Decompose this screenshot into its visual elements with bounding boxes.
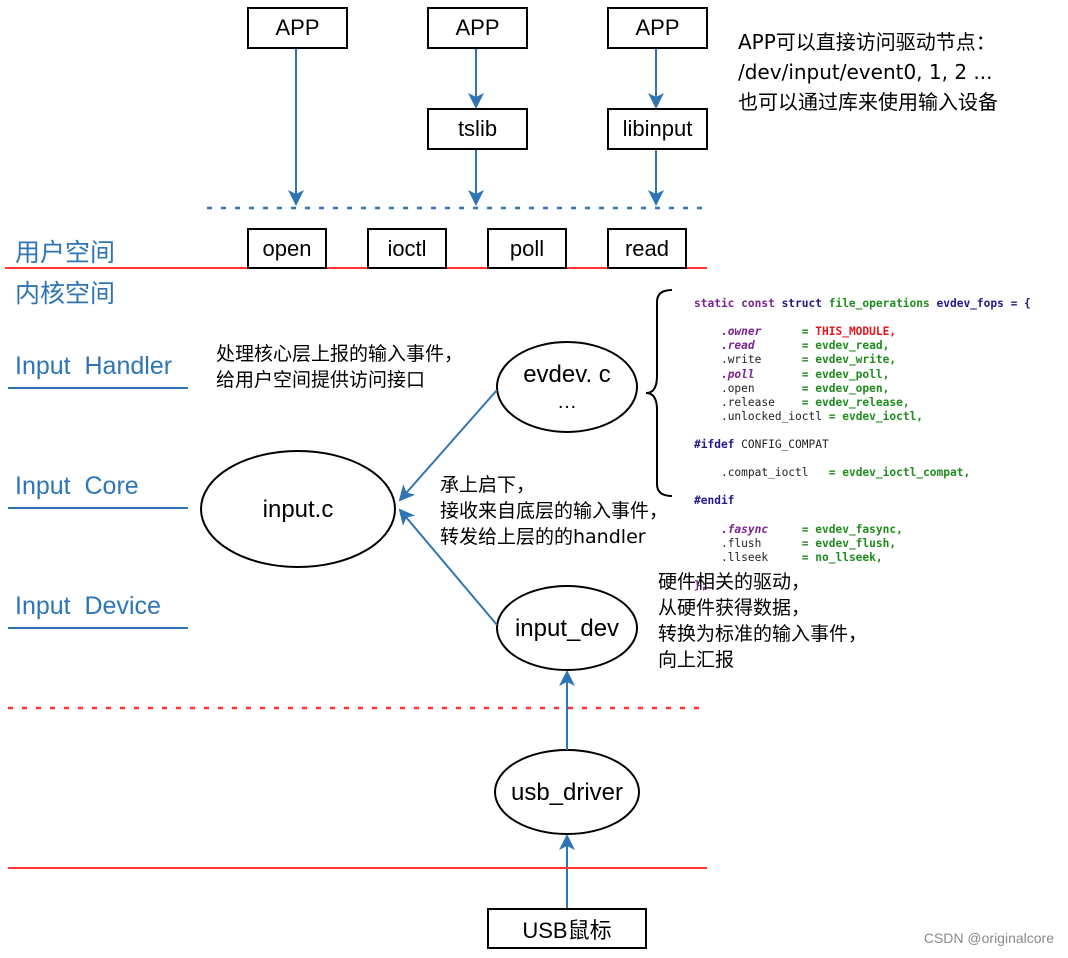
note-line: APP可以直接访问驱动节点：	[738, 30, 996, 54]
note-line: 也可以通过库来使用输入设备	[738, 90, 998, 114]
syscall-label: open	[262, 235, 312, 261]
code-value: evdev_write,	[815, 353, 897, 367]
code-value: evdev_fasync,	[815, 522, 903, 536]
code-token: static const	[694, 297, 782, 311]
usb-mouse-label: USB鼠标	[522, 917, 612, 943]
code-line-ifdef: #ifdef CONFIG_COMPAT	[694, 438, 1031, 452]
code-field: .flush	[720, 536, 762, 550]
code-value: evdev_release,	[815, 395, 910, 409]
code-field: .open	[720, 381, 755, 395]
code-value: no_llseek,	[815, 550, 883, 564]
core-note: 承上启下， 接收来自底层的输入事件， 转发给上层的的handler	[440, 472, 668, 550]
usb-driver-label: usb_driver	[510, 779, 624, 806]
code-line-field: .open = evdev_open,	[720, 381, 890, 395]
tslib-label: tslib	[457, 116, 498, 141]
note-line: 转发给上层的的handler	[440, 526, 646, 548]
code-token: file_operations	[821, 297, 937, 311]
app-box-1: APP	[247, 7, 348, 49]
app-label: APP	[275, 15, 320, 40]
app-label: APP	[455, 15, 500, 40]
note-line: 给用户空间提供访问接口	[216, 369, 426, 391]
app-access-note: APP可以直接访问驱动节点： /dev/input/event0, 1, 2 .…	[738, 27, 998, 117]
code-line-compat: .compat_ioctl = evdev_ioctl_compat,	[720, 466, 971, 480]
code-token: };	[694, 578, 708, 592]
code-line-field: .poll = evdev_poll,	[720, 367, 890, 381]
kernel-space-label: 内核空间	[15, 280, 116, 308]
code-line-field: .flush = evdev_flush,	[720, 536, 897, 550]
code-line-closing: };	[694, 579, 1031, 593]
watermark: CSDN @originalcore	[923, 930, 1054, 946]
user-space-label: 用户空间	[15, 239, 116, 267]
code-value: evdev_flush,	[815, 536, 897, 550]
note-line: 处理核心层上报的输入事件，	[216, 343, 464, 365]
evdev-label-group: evdev. c …	[497, 350, 637, 424]
syscall-label: poll	[509, 235, 545, 261]
code-token: #ifdef	[694, 438, 735, 452]
code-line-field: .read = evdev_read,	[720, 339, 890, 353]
code-field: .release	[720, 395, 775, 409]
syscall-read-box: read	[607, 228, 687, 269]
note-line: 转换为标准的输入事件，	[658, 623, 868, 645]
syscall-open-box: open	[247, 228, 327, 269]
libinput-box: libinput	[607, 108, 708, 150]
code-line-endif: #endif	[694, 494, 1031, 508]
code-field: .write	[720, 353, 762, 367]
code-field: .owner	[720, 325, 762, 339]
input-dev-label: input_dev	[514, 615, 620, 642]
handler-note: 处理核心层上报的输入事件， 给用户空间提供访问接口	[216, 341, 463, 393]
evdev-fops-code: static const struct file_operations evde…	[694, 283, 1031, 607]
code-value: evdev_open,	[815, 381, 890, 395]
code-field: .unlocked_ioctl	[720, 409, 822, 423]
input-handler-label: Input Handler	[15, 352, 173, 380]
evdev-more-label: …	[557, 390, 577, 413]
code-line-header: static const struct file_operations evde…	[694, 297, 1031, 311]
note-line: 接收来自底层的输入事件，	[440, 500, 669, 522]
code-line-field: .unlocked_ioctl = evdev_ioctl,	[720, 409, 924, 423]
code-line-field: .llseek = no_llseek,	[720, 550, 883, 564]
input-c-label: input.c	[262, 496, 334, 523]
input-device-label: Input Device	[15, 592, 161, 620]
code-token: evdev_fops = {	[936, 297, 1031, 311]
app-box-3: APP	[607, 7, 708, 49]
input-core-label: Input Core	[15, 472, 139, 500]
syscall-label: ioctl	[387, 235, 427, 261]
code-brace	[645, 289, 673, 497]
syscall-label: read	[624, 235, 670, 261]
code-field: .llseek	[720, 550, 769, 564]
note-line: 向上汇报	[658, 649, 735, 671]
code-value: evdev_read,	[815, 339, 890, 353]
code-value: evdev_poll,	[815, 367, 890, 381]
code-value: evdev_ioctl_compat,	[842, 466, 971, 480]
code-field: .compat_ioctl	[720, 466, 809, 480]
code-token: struct	[781, 297, 822, 311]
libinput-label: libinput	[622, 116, 693, 141]
code-token: #endif	[694, 494, 735, 508]
code-pad	[809, 466, 829, 479]
evdev-label: evdev. c	[523, 360, 611, 388]
app-box-2: APP	[427, 7, 528, 49]
code-line-field: .release = evdev_release,	[720, 395, 910, 409]
code-field: .fasync	[720, 522, 769, 536]
app-label: APP	[635, 15, 680, 40]
note-line: 承上启下，	[440, 474, 536, 496]
note-line: /dev/input/event0, 1, 2 ...	[738, 60, 993, 84]
syscall-poll-box: poll	[487, 228, 567, 269]
usb-mouse-box: USB鼠标	[487, 908, 647, 949]
code-line-field: .write = evdev_write,	[720, 353, 897, 367]
code-line-field: .owner = THIS_MODULE,	[720, 325, 897, 339]
code-field: .poll	[720, 367, 755, 381]
code-value: evdev_ioctl,	[842, 409, 924, 423]
code-field: .read	[720, 339, 755, 353]
tslib-box: tslib	[427, 108, 528, 150]
syscall-ioctl-box: ioctl	[367, 228, 447, 269]
code-token: CONFIG_COMPAT	[734, 438, 829, 452]
code-line-field: .fasync = evdev_fasync,	[720, 522, 903, 536]
code-value: THIS_MODULE,	[815, 325, 897, 339]
